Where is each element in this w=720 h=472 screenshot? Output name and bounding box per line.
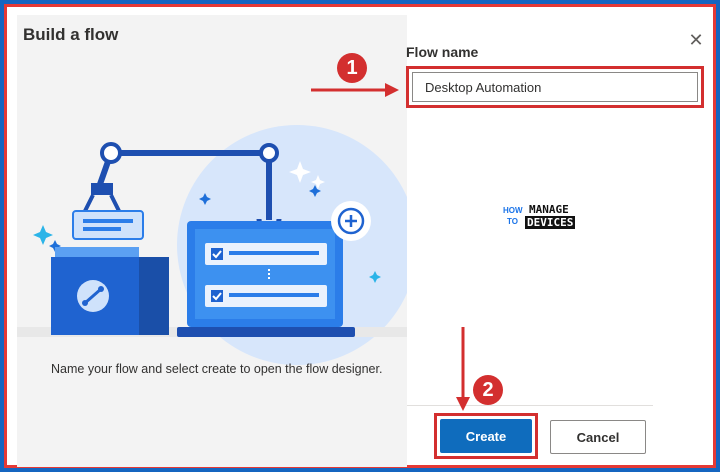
howto-manage-devices-logo: HOW TO MANAGE DEVICES <box>503 203 593 231</box>
dialog-title: Build a flow <box>23 25 119 44</box>
logo-devices: DEVICES <box>525 216 576 229</box>
dialog-caption: Name your flow and select create to open… <box>51 362 383 376</box>
build-flow-dialog: Build a flow ✕ Flow name 1 Name your flo… <box>4 4 716 468</box>
close-icon[interactable]: ✕ <box>687 31 705 49</box>
step-2-badge: 2 <box>473 375 503 405</box>
step-1-badge: 1 <box>337 53 367 83</box>
step-2-arrow-icon <box>456 327 470 411</box>
flow-name-highlight <box>406 66 704 108</box>
step-1-arrow-icon <box>311 83 399 97</box>
footer-divider <box>407 405 653 406</box>
flow-name-label: Flow name <box>406 44 479 60</box>
flow-name-input[interactable] <box>412 72 698 102</box>
cancel-button[interactable]: Cancel <box>550 420 646 454</box>
logo-to: TO <box>507 217 518 226</box>
create-button[interactable]: Create <box>440 419 532 453</box>
logo-how: HOW <box>503 206 523 215</box>
logo-manage: MANAGE <box>529 203 569 216</box>
create-highlight: Create <box>434 413 538 459</box>
